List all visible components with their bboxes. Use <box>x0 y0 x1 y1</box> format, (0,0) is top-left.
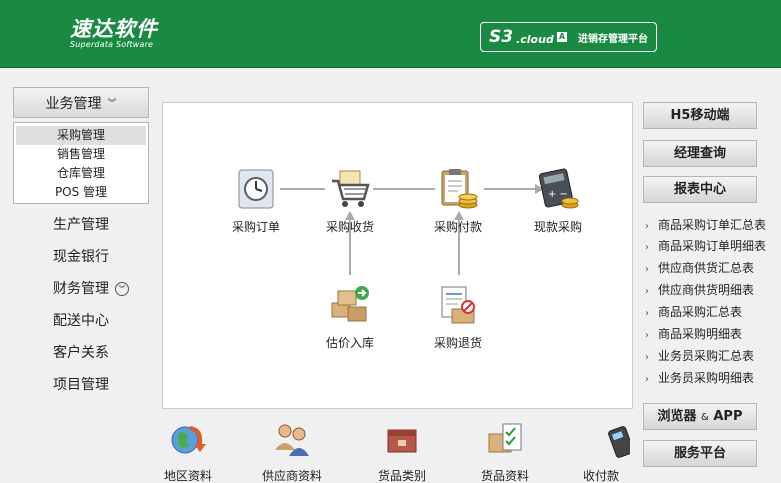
purchase-flow-panel: 采购订单 采购收货 采购付款 + − 现款采购 估价入库 采购退货 <box>162 102 633 409</box>
pos-terminal-icon <box>608 426 634 458</box>
manager-query-button[interactable]: 经理查询 <box>643 140 757 167</box>
chevron-right-icon: › <box>645 308 649 319</box>
sidebar-item-finance[interactable]: 财务管理 ︾ <box>13 277 149 301</box>
box-category-icon <box>387 429 417 453</box>
business-submenu: 采购管理 销售管理 仓库管理 POS 管理 <box>13 122 149 204</box>
quick-label-goods-category: 货品类别 <box>377 469 426 483</box>
report-link[interactable]: › 供应商供货汇总表 <box>645 260 754 278</box>
quick-item-goods-category[interactable]: 货品类别 <box>357 420 447 483</box>
report-link-label: 供应商供货汇总表 <box>658 261 755 275</box>
flow-label-purchase-receive: 采购收货 <box>325 220 374 234</box>
shopping-cart-icon <box>332 170 370 207</box>
report-link-label: 商品采购订单明细表 <box>658 239 767 253</box>
report-link-label: 业务员采购明细表 <box>658 371 755 385</box>
chevron-right-icon: › <box>645 330 649 341</box>
double-chevron-down-icon: ︾ <box>107 99 117 109</box>
quick-label-goods-info: 货品资料 <box>480 469 529 483</box>
business-management-label: 业务管理 <box>45 95 102 112</box>
report-link-label: 业务员采购汇总表 <box>658 349 755 363</box>
top-header: 速达软件 Superdata Software S3 .cloud A 进销存管… <box>0 0 781 68</box>
report-link[interactable]: › 商品采购明细表 <box>645 326 742 344</box>
flow-node-purchase-order[interactable]: 采购订单 <box>206 167 306 235</box>
submenu-item-warehouse[interactable]: 仓库管理 <box>16 164 146 183</box>
quick-label-payment: 收付款 <box>583 469 620 483</box>
quick-label-region: 地区资料 <box>163 469 212 483</box>
globe-arrow-icon <box>171 426 206 454</box>
sidebar-item-finance-label: 财务管理 <box>53 281 109 297</box>
quick-item-supplier[interactable]: 供应商资料 <box>247 420 337 483</box>
h5-mobile-button[interactable]: H5移动端 <box>643 102 757 129</box>
calculator-coins-icon: + − <box>538 168 579 209</box>
report-link[interactable]: › 业务员采购汇总表 <box>645 348 754 366</box>
submenu-item-purchase[interactable]: 采购管理 <box>16 126 146 145</box>
box-checklist-icon <box>488 423 522 453</box>
product-tagline: 进销存管理平台 <box>578 33 649 45</box>
report-link-label: 商品采购汇总表 <box>658 305 743 319</box>
brand-name: 速达软件 <box>70 17 158 41</box>
product-badge-box: S3 .cloud A 进销存管理平台 <box>480 22 657 52</box>
people-icon <box>275 424 309 456</box>
chevron-right-icon: › <box>645 352 649 363</box>
product-s3: S3 <box>489 27 514 47</box>
chevron-right-icon: › <box>645 286 649 297</box>
amp-label: & <box>701 412 709 423</box>
document-return-icon <box>441 286 475 324</box>
submenu-item-sales[interactable]: 销售管理 <box>16 145 146 164</box>
clipboard-coins-icon <box>441 169 478 209</box>
quick-item-payment[interactable]: 收付款 <box>565 420 655 483</box>
report-link-label: 商品采购明细表 <box>658 327 743 341</box>
circle-chevron-down-icon: ︾ <box>115 282 129 296</box>
business-management-button[interactable]: 业务管理 ︾ <box>13 87 149 118</box>
product-cloud: .cloud <box>516 32 554 46</box>
flow-node-purchase-receive[interactable]: 采购收货 <box>300 167 400 235</box>
flow-connectors <box>280 184 544 275</box>
flow-label-purchase-order: 采购订单 <box>231 220 280 234</box>
sidebar-item-distribution[interactable]: 配送中心 <box>13 309 149 333</box>
flow-node-cash-purchase[interactable]: + − 现款采购 <box>508 167 608 235</box>
browser-app-button[interactable]: 浏览器 & APP <box>643 403 757 430</box>
brand-logo: 速达软件 Superdata Software <box>70 18 158 50</box>
product-edition-badge: A <box>556 32 568 42</box>
report-link[interactable]: › 商品采购订单明细表 <box>645 238 766 256</box>
clock-document-icon <box>238 169 274 209</box>
flow-node-estimate-stock-in[interactable]: 估价入库 <box>300 283 400 351</box>
flow-label-purchase-return: 采购退货 <box>433 336 482 350</box>
boxes-arrow-icon <box>331 286 369 322</box>
quick-item-region[interactable]: 地区资料 <box>143 420 233 483</box>
sidebar-item-customer[interactable]: 客户关系 <box>13 341 149 365</box>
quick-access-bar: 地区资料 供应商资料 货品类别 货品资料 收付款 <box>162 412 634 483</box>
flow-node-purchase-payment[interactable]: 采购付款 <box>408 167 508 235</box>
chevron-right-icon: › <box>645 264 649 275</box>
report-link[interactable]: › 商品采购汇总表 <box>645 304 742 322</box>
brand-subtitle: Superdata Software <box>70 40 154 49</box>
quick-label-supplier: 供应商资料 <box>261 469 322 483</box>
browser-label: 浏览器 <box>657 409 697 424</box>
flow-label-estimate-stock-in: 估价入库 <box>325 336 374 350</box>
quick-item-goods-info[interactable]: 货品资料 <box>460 420 550 483</box>
flow-label-cash-purchase: 现款采购 <box>533 220 582 234</box>
report-link[interactable]: › 供应商供货明细表 <box>645 282 754 300</box>
chevron-right-icon: › <box>645 242 649 253</box>
report-center-button[interactable]: 报表中心 <box>643 176 757 203</box>
sidebar-item-cash-bank[interactable]: 现金银行 <box>13 245 149 269</box>
flow-label-purchase-payment: 采购付款 <box>433 220 482 234</box>
app-label: APP <box>713 409 743 424</box>
report-link[interactable]: › 商品采购订单汇总表 <box>645 217 766 235</box>
report-link[interactable]: › 业务员采购明细表 <box>645 370 754 388</box>
chevron-right-icon: › <box>645 374 649 385</box>
service-platform-button[interactable]: 服务平台 <box>643 440 757 467</box>
sidebar-item-project[interactable]: 项目管理 <box>13 373 149 397</box>
sidebar-item-production[interactable]: 生产管理 <box>13 213 149 237</box>
chevron-right-icon: › <box>645 221 649 232</box>
report-link-label: 供应商供货明细表 <box>658 283 755 297</box>
report-link-label: 商品采购订单汇总表 <box>658 218 767 232</box>
submenu-item-pos[interactable]: POS 管理 <box>16 183 146 202</box>
flow-node-purchase-return[interactable]: 采购退货 <box>408 283 508 351</box>
